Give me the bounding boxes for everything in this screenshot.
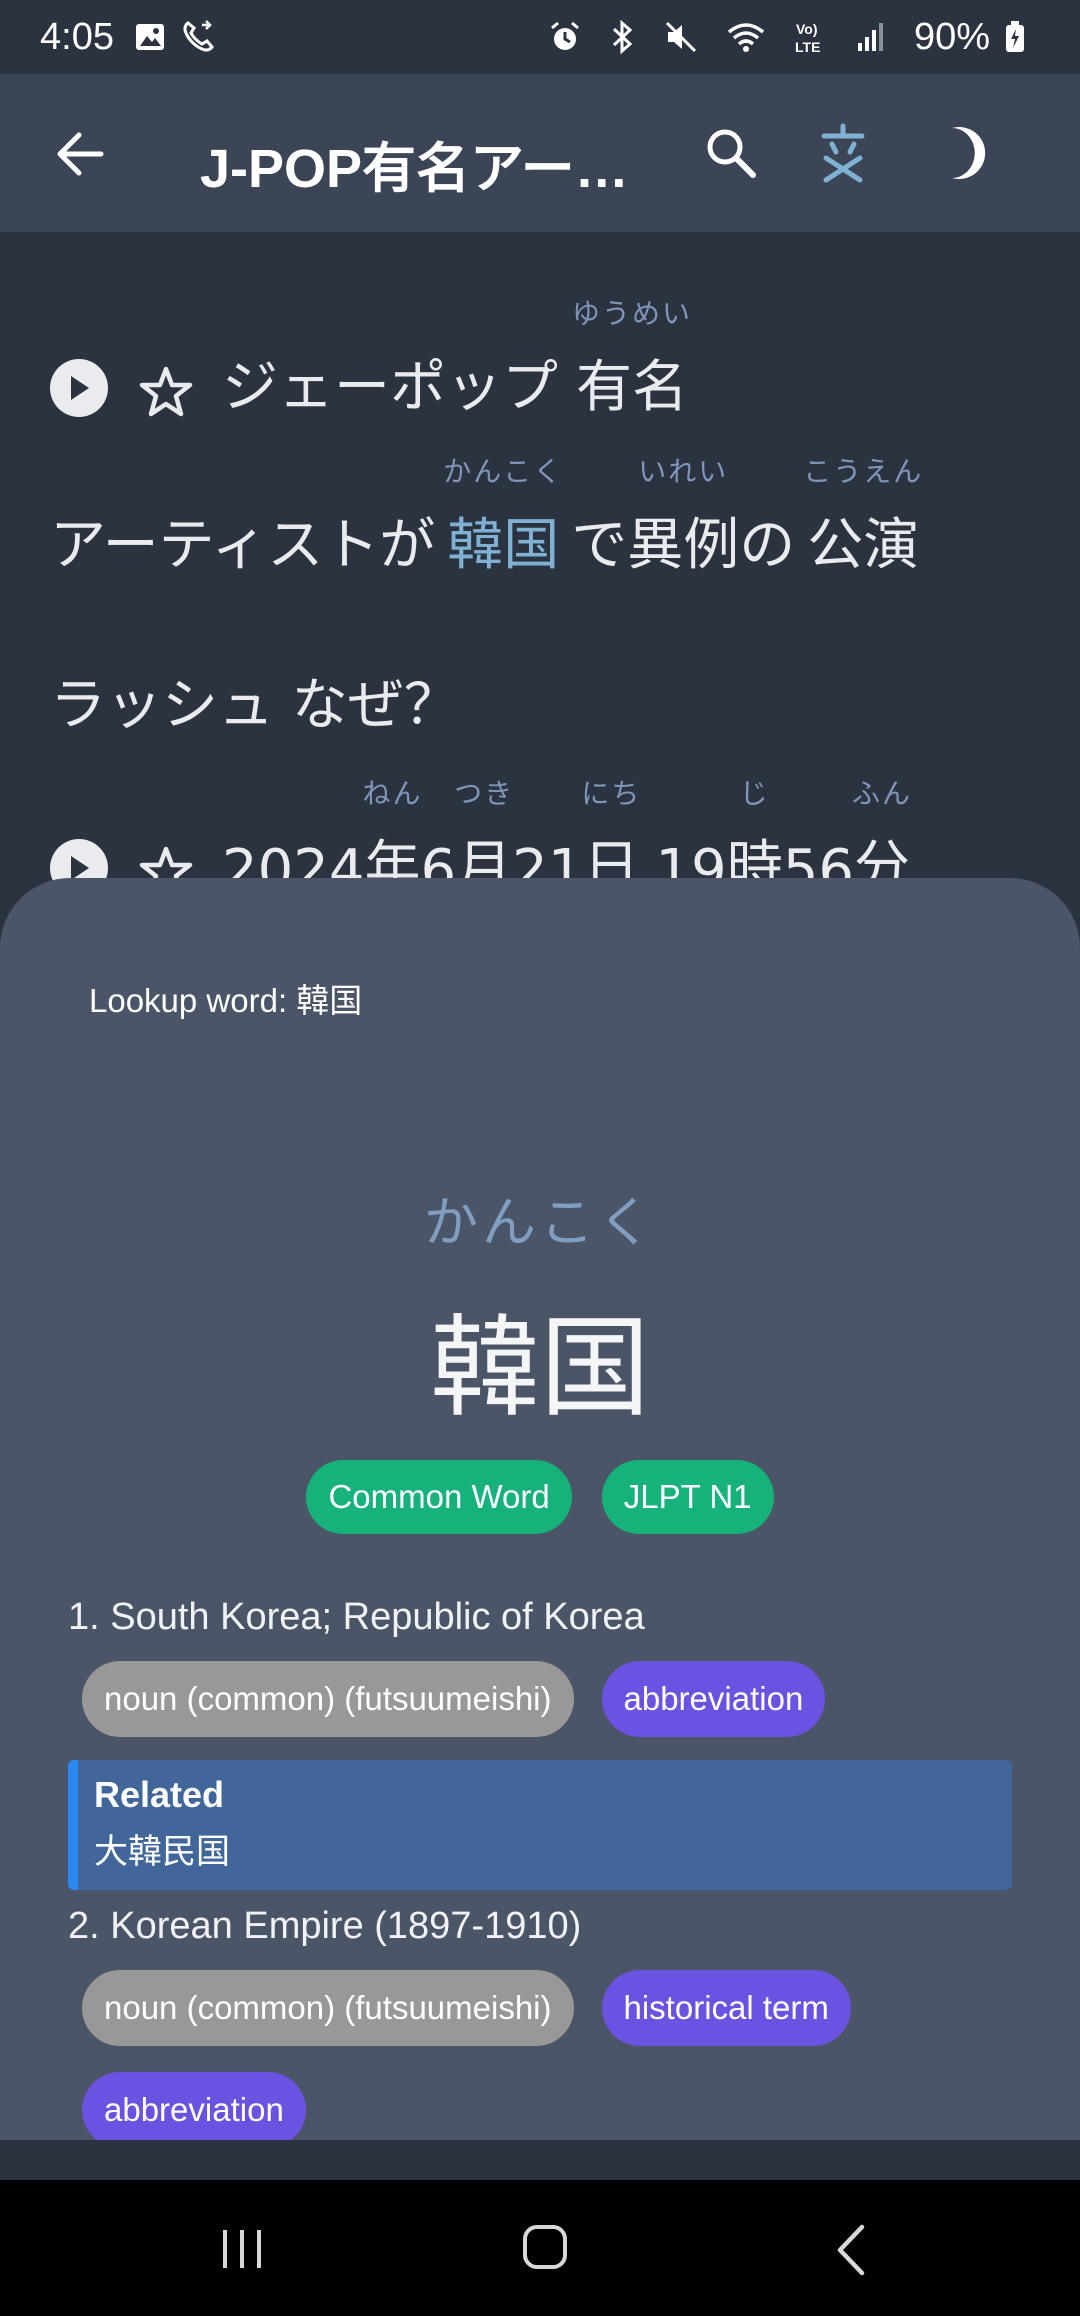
- ruby-text: ねん: [362, 777, 423, 810]
- wifi-icon: [726, 20, 766, 54]
- bluetooth-icon: [610, 19, 636, 55]
- nav-back-icon[interactable]: [826, 2220, 874, 2280]
- article-title-line-1: ジェーポップ ゆうめい 有名: [50, 297, 690, 423]
- misc-tag: historical term: [601, 1970, 851, 2046]
- pos-tag: noun (common) (futsuumeishi): [82, 1661, 574, 1737]
- furigana-icon[interactable]: [810, 120, 876, 186]
- word-rush-naze[interactable]: ラッシュ なぜ？: [50, 660, 460, 741]
- page-title: J-POP有名アー…: [200, 139, 629, 199]
- misc-tag: abbreviation: [82, 2072, 306, 2140]
- ruby-text: ゆうめい: [571, 297, 693, 330]
- word-yuumei[interactable]: ゆうめい 有名: [572, 297, 690, 423]
- dark-mode-icon[interactable]: [930, 122, 996, 184]
- alarm-icon: [548, 20, 582, 54]
- word-de[interactable]: で: [571, 500, 627, 581]
- word-text: 韓国: [447, 513, 560, 578]
- word-kankoku[interactable]: かんこく 韓国: [443, 455, 561, 581]
- word-irei[interactable]: いれい 異例: [627, 455, 740, 581]
- related-box[interactable]: Related 大韓民国: [68, 1760, 1012, 1890]
- recent-apps-icon[interactable]: [214, 2226, 270, 2272]
- misc-tag: abbreviation: [601, 1661, 826, 1737]
- related-title: Related: [94, 1774, 225, 1815]
- battery-icon: [1004, 20, 1026, 54]
- svg-text:LTE: LTE: [795, 39, 820, 55]
- pos-tag: noun (common) (futsuumeishi): [82, 1970, 574, 2046]
- search-icon[interactable]: [700, 122, 762, 184]
- word-badges: Common Word JLPT N1: [0, 1460, 1080, 1534]
- mute-icon: [664, 20, 698, 54]
- ruby-text: こうえん: [803, 455, 924, 488]
- lookup-label: Lookup word: 韓国: [89, 982, 363, 1019]
- word-no[interactable]: の: [739, 500, 795, 581]
- common-word-badge: Common Word: [306, 1460, 572, 1534]
- sense-2-gloss: 2. Korean Empire (1897-1910): [68, 1905, 582, 1947]
- ruby-text: つき: [454, 777, 515, 810]
- word-text: 異例: [627, 513, 740, 578]
- word-text: 有名: [576, 355, 688, 420]
- ruby-text: にち: [581, 777, 642, 810]
- home-icon[interactable]: [520, 2222, 570, 2272]
- word-kouen[interactable]: こうえん 公演: [803, 455, 921, 581]
- sheet-bottom-edge: [0, 2140, 1080, 2180]
- gallery-icon: [134, 21, 166, 53]
- back-arrow-icon[interactable]: [50, 124, 110, 184]
- article-title-line-2: アーティストが かんこく 韓国 で いれい 異例 の こうえん 公演: [50, 455, 921, 581]
- svg-text:Vo): Vo): [796, 21, 818, 37]
- ruby-text: かんこく: [443, 455, 564, 488]
- jlpt-badge: JLPT N1: [601, 1460, 774, 1534]
- sense-1-tags: noun (common) (futsuumeishi) abbreviatio…: [82, 1661, 1062, 1737]
- volte-icon: Vo) LTE: [794, 19, 828, 55]
- article-body: ジェーポップ ゆうめい 有名 アーティストが かんこく 韓国 で いれい 異例 …: [0, 232, 1080, 903]
- sense-1-gloss: 1. South Korea; Republic of Korea: [68, 1596, 645, 1638]
- word-reading: かんこく: [424, 1191, 656, 1254]
- word-text: 公演: [807, 513, 920, 578]
- system-nav-bar: [0, 2180, 1080, 2316]
- signal-icon: [856, 21, 886, 53]
- star-icon[interactable]: [138, 365, 194, 419]
- ruby-text: じ: [739, 777, 770, 810]
- dictionary-bottom-sheet[interactable]: Lookup word: 韓国 かんこく 韓国 Common Word JLPT…: [0, 878, 1080, 2140]
- related-word[interactable]: 大韓民国: [94, 1824, 1012, 1873]
- status-bar: 4:05 Vo) LTE 90%: [0, 0, 1080, 74]
- battery-percent: 90%: [913, 15, 990, 58]
- word-artist[interactable]: アーティストが: [50, 500, 435, 581]
- sense-2-tags: noun (common) (futsuumeishi) historical …: [82, 1970, 1062, 2140]
- ruby-text: ふん: [851, 777, 912, 810]
- app-bar: J-POP有名アー…: [0, 74, 1080, 232]
- article-title-line-3: ラッシュ なぜ？: [50, 660, 460, 741]
- status-time: 4:05: [40, 15, 114, 58]
- play-audio-button[interactable]: [50, 359, 108, 417]
- call-forward-icon: [180, 19, 216, 55]
- headword: 韓国: [430, 1304, 650, 1432]
- word-jpop[interactable]: ジェーポップ: [222, 342, 558, 423]
- ruby-text: いれい: [638, 455, 729, 488]
